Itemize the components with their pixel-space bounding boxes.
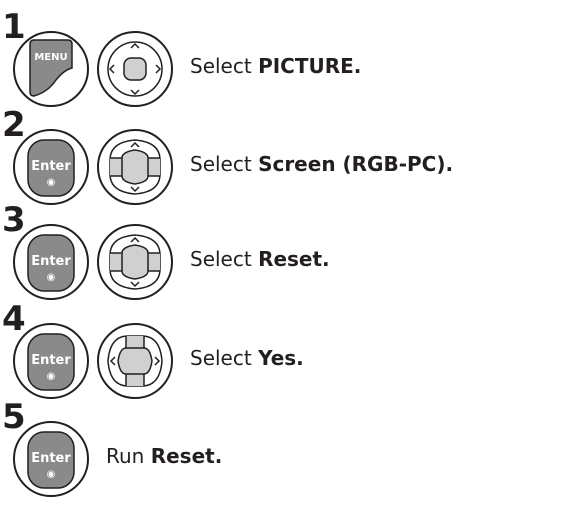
enter-dot: ◉ [47, 371, 56, 382]
instruction-target: Reset. [258, 247, 330, 271]
menu-key-label: MENU [34, 52, 67, 63]
step-instruction: Run Reset. [106, 442, 222, 470]
enter-key-icon: Enter ◉ [12, 420, 90, 498]
step-2: 2 Enter ◉ Select Screen (RGB-PC). [0, 108, 567, 212]
step-instruction: Select PICTURE. [190, 52, 361, 80]
enter-key-icon: Enter ◉ [12, 128, 90, 206]
instruction-target: PICTURE. [258, 54, 362, 78]
instruction-prefix: Run [106, 444, 151, 468]
instruction-prefix: Select [190, 247, 259, 271]
enter-dot: ◉ [47, 272, 56, 283]
step-5: 5 Enter ◉ Run Reset. [0, 400, 567, 504]
enter-key-label: Enter [31, 451, 71, 466]
nav-leftright-icon [96, 322, 174, 400]
step-3: 3 Enter ◉ Select Reset. [0, 203, 567, 307]
step-instruction: Select Screen (RGB-PC). [190, 150, 453, 178]
step-4: 4 Enter ◉ Select Yes. [0, 302, 567, 406]
instruction-prefix: Select [190, 54, 259, 78]
instruction-prefix: Select [190, 346, 259, 370]
enter-dot: ◉ [47, 177, 56, 188]
enter-key-label: Enter [31, 254, 71, 269]
enter-key-icon: Enter ◉ [12, 223, 90, 301]
instruction-target: Yes. [258, 346, 304, 370]
enter-key-icon: Enter ◉ [12, 322, 90, 400]
menu-key-icon: MENU [12, 30, 90, 108]
instruction-prefix: Select [190, 152, 259, 176]
nav-updown-icon [96, 223, 174, 301]
instruction-target: Screen (RGB-PC). [258, 152, 454, 176]
step-instruction: Select Reset. [190, 245, 330, 273]
step-instruction: Select Yes. [190, 344, 304, 372]
enter-dot: ◉ [47, 469, 56, 480]
nav-updown-icon [96, 128, 174, 206]
enter-key-label: Enter [31, 353, 71, 368]
nav-4way-icon [96, 30, 174, 108]
step-1: 1 MENU Select PICTURE. [0, 10, 567, 114]
instruction-target: Reset. [150, 444, 223, 468]
enter-key-label: Enter [31, 159, 71, 174]
